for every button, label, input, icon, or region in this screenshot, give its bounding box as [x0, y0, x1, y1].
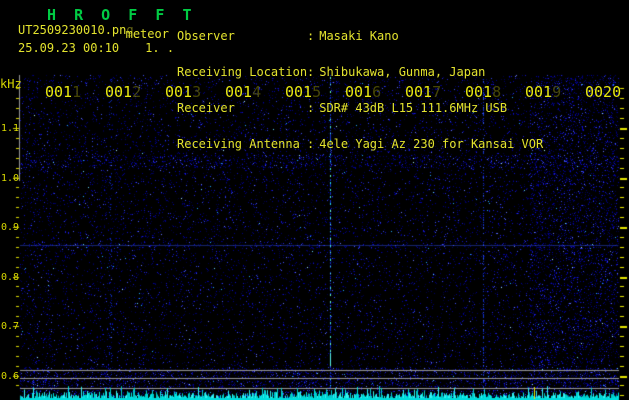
colon: : [307, 65, 315, 79]
y-tick-label: 0.6 [1, 370, 20, 382]
info-label: Observer [177, 29, 235, 43]
y-tick-label: 1.1 [1, 123, 20, 134]
info-value: 4ele Yagi Az 230 for Kansai VOR [319, 137, 544, 151]
datetime-text: 25.09.23 00:10 [18, 41, 120, 55]
info-label: Receiving Antenna [177, 137, 300, 151]
x-tick-label: 0018 [465, 83, 502, 101]
info-row-receiver: Receiver: SDR# 43dB L15 111.6MHz USB [177, 102, 543, 114]
app-title: H R O F F T [47, 6, 192, 24]
y-tick-label: 0.9 [1, 222, 20, 233]
filename-line: UT2509230010.pngmeteor [18, 23, 169, 41]
y-axis-unit-label: kHz [0, 77, 22, 91]
y-tick-label: 0.8 [1, 271, 20, 283]
info-row-location: Receiving Location: Shibukawa, Gunma, Jap… [177, 66, 543, 78]
x-tick-label: 0011 [45, 83, 82, 101]
colon: : [307, 137, 315, 151]
x-tick-label: 0017 [405, 83, 442, 101]
y-tick-label: 1.0 [1, 172, 20, 184]
x-tick-label: 0012 [105, 83, 142, 101]
info-row-antenna: Receiving Antenna:4ele Yagi Az 230 for K… [177, 138, 543, 150]
x-tick-label: 0020 [585, 83, 622, 101]
x-tick-label: 0019 [525, 83, 562, 101]
info-value: SDR# 43dB L15 111.6MHz USB [319, 101, 508, 115]
x-tick-label: 0016 [345, 83, 382, 101]
x-tick-label: 0015 [285, 83, 322, 101]
info-row-observer: Observer: Masaki Kano [177, 30, 543, 42]
info-value: Masaki Kano [319, 29, 399, 43]
hrofft-screenshot: H R O F F T UT2509230010.pngmeteor 25.09… [0, 0, 629, 400]
observation-label: meteor [125, 27, 169, 41]
filename-text: UT2509230010.pn [18, 23, 127, 37]
info-value: Shibukawa, Gunma, Japan [319, 65, 486, 79]
datetime-line: 25.09.23 00:10 1. . [18, 41, 174, 55]
info-label: Receiver [177, 101, 235, 115]
y-tick-label: 0.7 [1, 321, 20, 332]
datetime-suffix: 1. . [145, 41, 175, 55]
x-tick-label: 0013 [165, 83, 202, 101]
info-label: Receiving Location [177, 65, 308, 79]
colon: : [307, 101, 315, 115]
colon: : [307, 29, 315, 43]
x-tick-label: 0014 [225, 83, 262, 101]
